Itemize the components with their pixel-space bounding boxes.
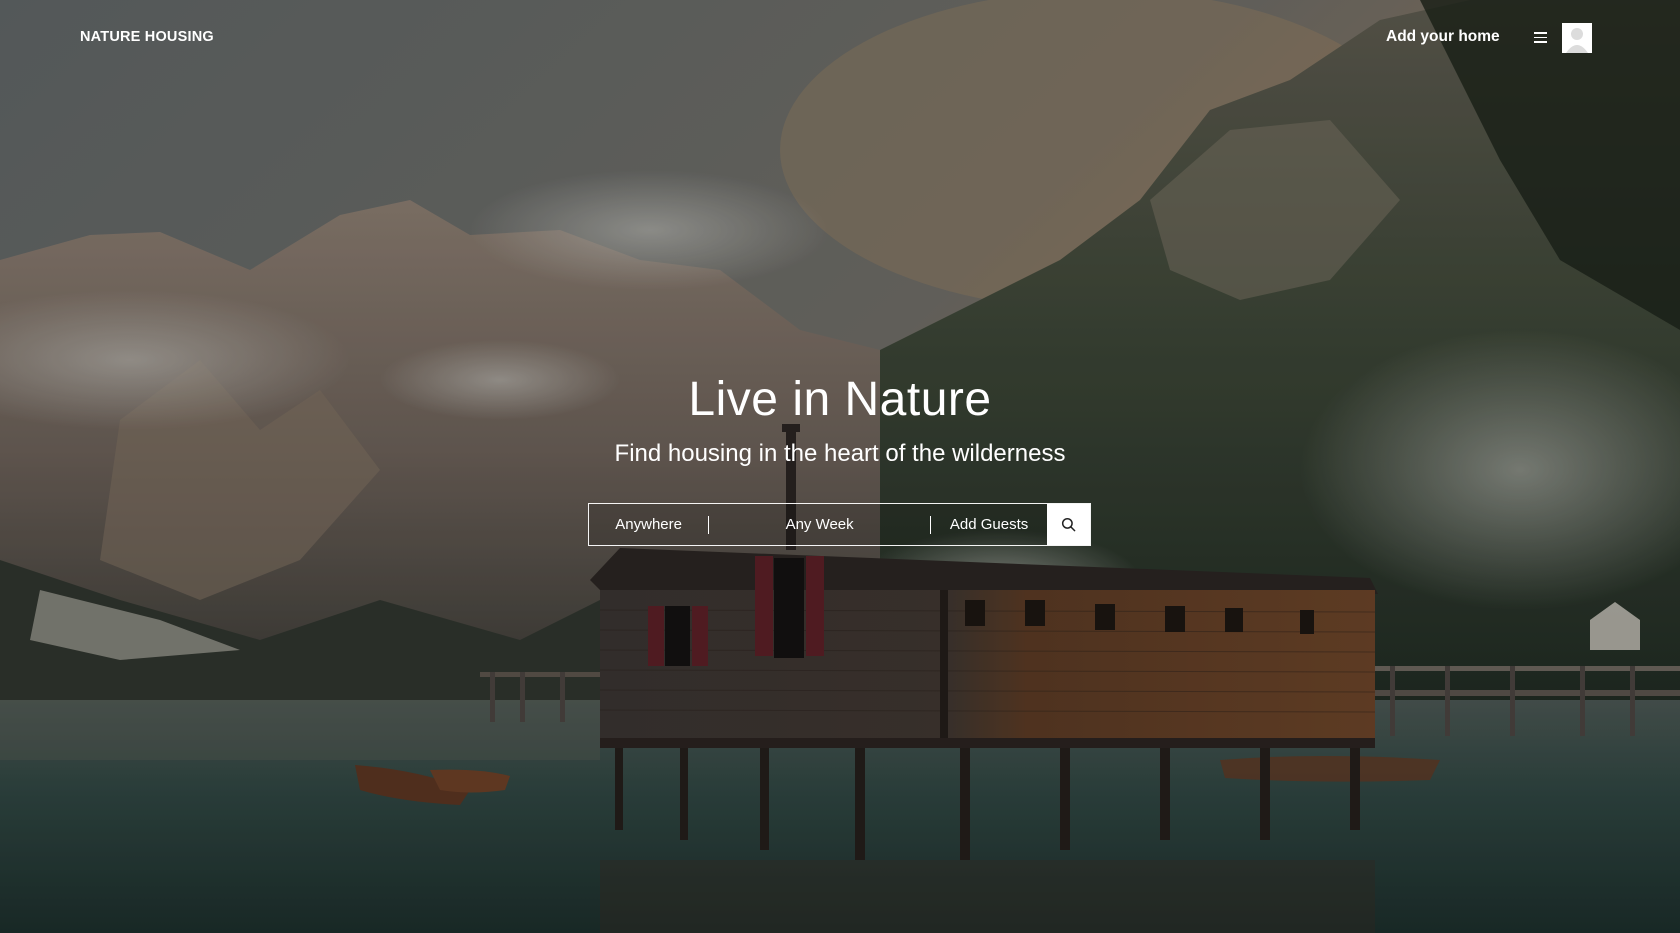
hamburger-icon[interactable] bbox=[1534, 29, 1550, 47]
guests-field[interactable]: Add Guests bbox=[931, 504, 1047, 545]
dates-label: Any Week bbox=[785, 516, 854, 533]
location-label: Anywhere bbox=[615, 516, 682, 533]
hero-subtitle: Find housing in the heart of the wildern… bbox=[614, 440, 1066, 467]
search-icon bbox=[1062, 517, 1076, 532]
user-avatar-icon[interactable] bbox=[1562, 23, 1592, 53]
hero-title: Live in Nature bbox=[688, 373, 992, 426]
top-navigation: NATURE HOUSING Add your home bbox=[0, 0, 1680, 76]
brand-logo[interactable]: NATURE HOUSING bbox=[80, 29, 214, 45]
search-bar: Anywhere Any Week Add Guests bbox=[588, 503, 1091, 546]
search-button[interactable] bbox=[1047, 504, 1090, 545]
location-field[interactable]: Anywhere bbox=[589, 504, 708, 545]
guests-label: Add Guests bbox=[949, 516, 1029, 533]
add-your-home-link[interactable]: Add your home bbox=[1386, 28, 1500, 46]
dates-field[interactable]: Any Week bbox=[709, 504, 930, 545]
